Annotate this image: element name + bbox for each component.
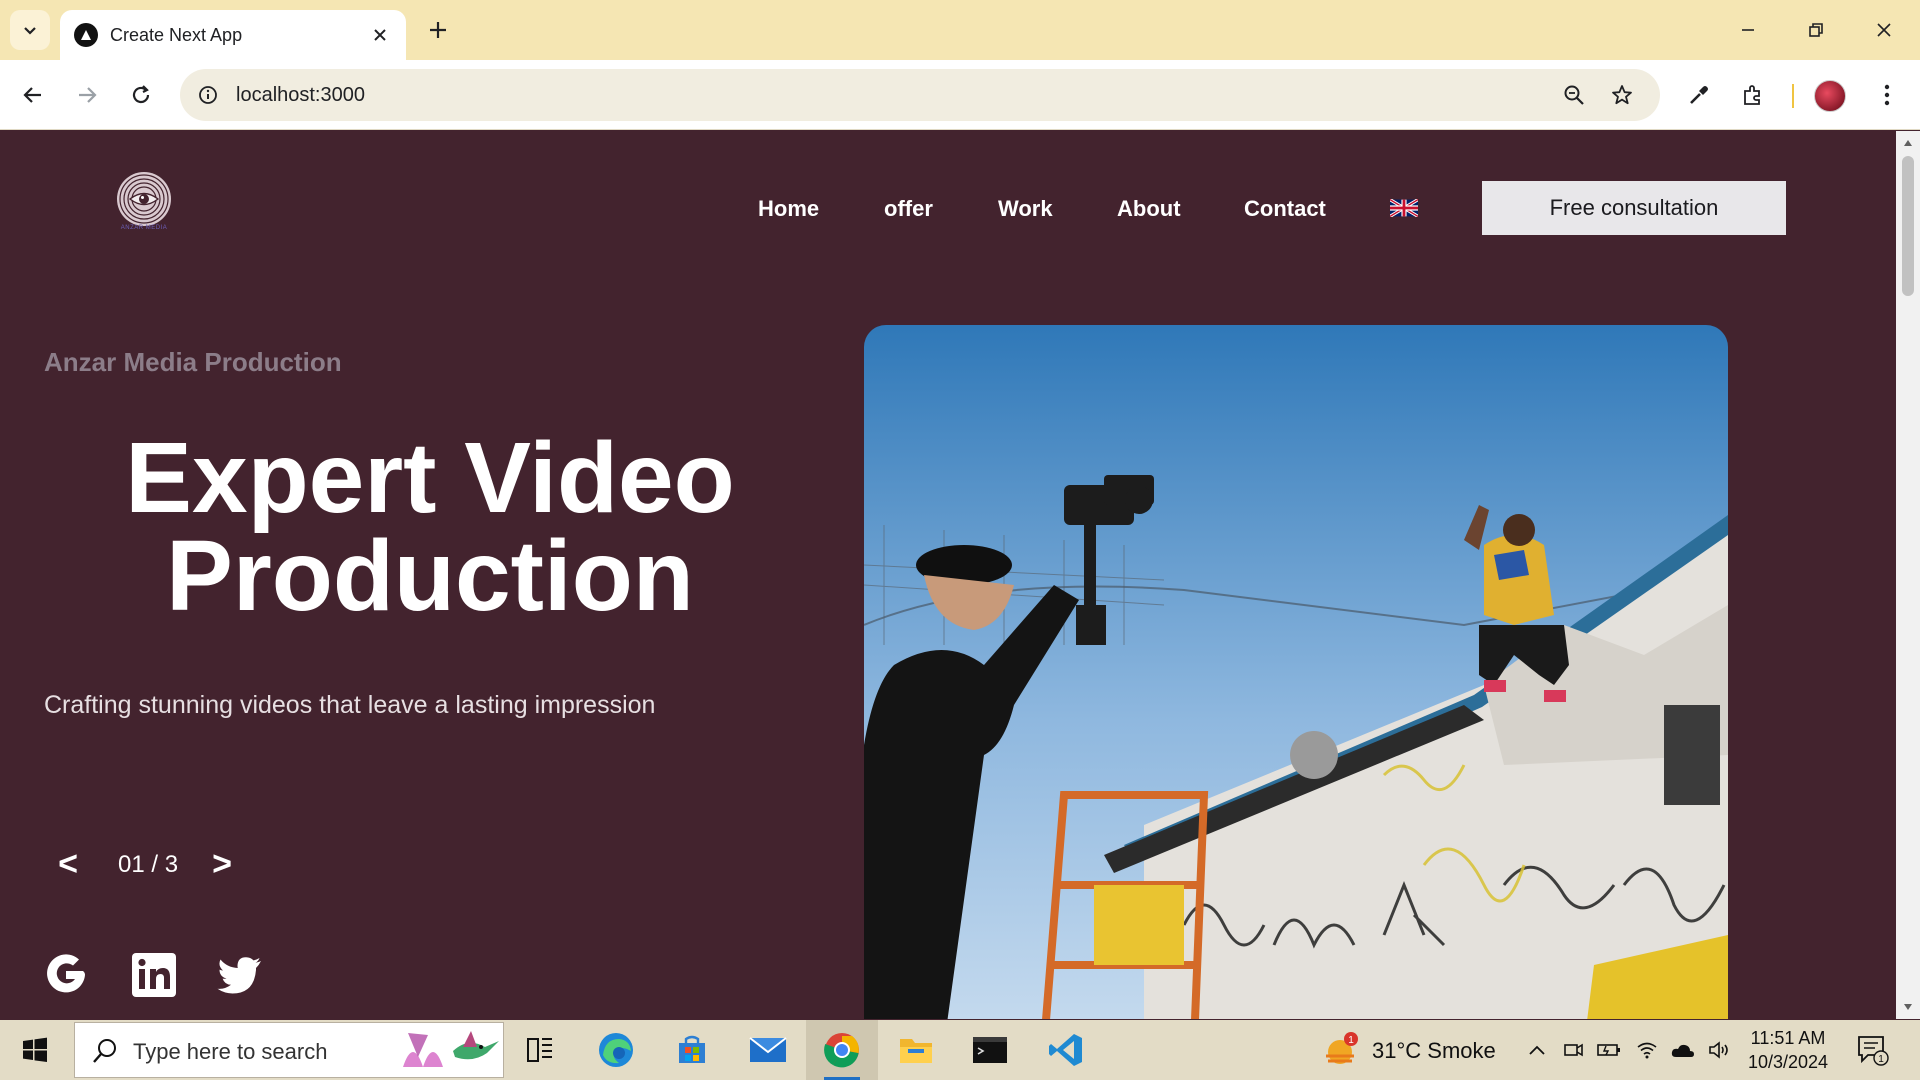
browser-menu-icon[interactable] — [1866, 74, 1908, 116]
chevron-down-icon — [24, 27, 36, 35]
weather-badge: 1 — [1348, 1035, 1354, 1046]
restore-icon — [1809, 23, 1823, 37]
page-scrollbar[interactable] — [1896, 131, 1920, 1019]
url-text[interactable]: localhost:3000 — [236, 84, 365, 107]
eye-spiral-logo-icon — [117, 172, 171, 226]
taskbar-vscode[interactable] — [1030, 1020, 1102, 1080]
browser-toolbar: localhost:3000 — [0, 60, 1920, 130]
nav-offer[interactable]: offer — [884, 196, 933, 222]
site-logo[interactable]: ANZAR MEDIA — [112, 171, 176, 235]
weather-text[interactable]: 31°C Smoke — [1372, 1038, 1496, 1064]
taskbar-terminal[interactable] — [954, 1020, 1026, 1080]
terminal-icon — [973, 1037, 1007, 1063]
mail-icon — [749, 1037, 787, 1062]
clock-date: 10/3/2024 — [1747, 1052, 1829, 1072]
vscode-icon — [1049, 1034, 1082, 1066]
slide-counter: 01 / 3 — [118, 851, 179, 878]
arrow-left-icon — [23, 87, 41, 103]
site-info-icon[interactable] — [192, 79, 224, 111]
active-tab[interactable]: Create Next App — [60, 10, 406, 60]
eyedropper-extension-icon[interactable] — [1678, 74, 1720, 116]
linkedin-icon[interactable] — [130, 951, 178, 999]
chevron-up-icon — [1529, 1045, 1545, 1055]
taskbar-edge[interactable] — [580, 1020, 652, 1080]
task-view-icon — [527, 1038, 552, 1062]
wifi-icon[interactable] — [1634, 1038, 1660, 1062]
microsoft-store-icon — [679, 1035, 705, 1063]
twitter-icon[interactable] — [216, 951, 264, 999]
free-consultation-button[interactable]: Free consultation — [1482, 181, 1786, 235]
arrow-right-icon — [79, 87, 97, 103]
nav-work[interactable]: Work — [998, 196, 1053, 222]
nav-contact[interactable]: Contact — [1244, 196, 1326, 222]
close-icon — [1877, 23, 1891, 37]
hero-subline: Crafting stunning videos that leave a la… — [44, 691, 656, 719]
reload-icon — [132, 85, 150, 104]
new-tab-button[interactable] — [420, 12, 456, 48]
google-icon[interactable] — [42, 951, 90, 999]
zoom-icon[interactable] — [1558, 79, 1590, 111]
search-placeholder: Type here to search — [133, 1039, 328, 1064]
taskbar-mail[interactable] — [732, 1020, 804, 1080]
profile-avatar[interactable] — [1814, 80, 1846, 112]
scroll-down-icon[interactable] — [1902, 1001, 1914, 1013]
volume-icon[interactable] — [1706, 1038, 1732, 1062]
close-window-button[interactable] — [1850, 0, 1918, 60]
headline-line-2: Production — [166, 520, 694, 632]
scrollbar-thumb[interactable] — [1902, 156, 1914, 296]
nav-home[interactable]: Home — [758, 196, 819, 222]
forward-button[interactable] — [66, 74, 108, 116]
web-page: ANZAR MEDIA Home offer Work About Contac… — [0, 131, 1896, 1019]
back-button[interactable] — [12, 74, 54, 116]
slider-next-button[interactable]: > — [202, 845, 242, 884]
taskbar-clock[interactable]: 11:51 AM 10/3/2024 — [1746, 1026, 1830, 1074]
hero-image — [864, 325, 1728, 1019]
close-tab-icon[interactable] — [368, 23, 392, 47]
hummingbird-flower-icon — [403, 1031, 499, 1067]
clock-time: 11:51 AM — [1750, 1028, 1826, 1048]
logo-text: ANZAR MEDIA — [120, 225, 168, 231]
taskbar-file-explorer[interactable] — [880, 1020, 952, 1080]
taskbar-chrome[interactable] — [806, 1020, 878, 1080]
battery-icon[interactable] — [1596, 1038, 1622, 1062]
tab-search-button[interactable] — [10, 10, 50, 50]
reload-button[interactable] — [120, 74, 162, 116]
tab-title: Create Next App — [110, 24, 243, 45]
hidden-icons-button[interactable] — [1524, 1038, 1550, 1062]
onedrive-cloud-icon[interactable] — [1670, 1038, 1696, 1062]
toolbar-separator — [1792, 84, 1794, 108]
plus-icon — [430, 22, 446, 38]
windows-taskbar: Type here to search 1 31°C Smoke 11:51 A… — [0, 1020, 1920, 1080]
meet-now-icon[interactable] — [1560, 1038, 1586, 1062]
nextjs-favicon-icon — [74, 23, 98, 47]
extensions-puzzle-icon[interactable] — [1732, 74, 1774, 116]
taskbar-search-box[interactable]: Type here to search — [74, 1022, 504, 1078]
minimize-icon — [1742, 29, 1754, 31]
address-bar[interactable]: localhost:3000 — [180, 69, 1660, 121]
headline-line-1: Expert Video — [125, 422, 735, 534]
company-name: Anzar Media Production — [44, 347, 342, 377]
weather-sun-icon[interactable]: 1 — [1320, 1030, 1360, 1070]
hero-headline: Expert Video Production — [60, 428, 800, 626]
scroll-up-icon[interactable] — [1902, 137, 1914, 149]
bookmark-star-icon[interactable] — [1606, 79, 1638, 111]
notification-count: 1 — [1878, 1054, 1884, 1065]
edge-browser-icon — [599, 1033, 633, 1067]
restore-button[interactable] — [1782, 0, 1850, 60]
start-button[interactable] — [0, 1020, 70, 1080]
slider-prev-button[interactable]: < — [48, 845, 88, 884]
windows-logo-icon — [23, 1037, 47, 1062]
taskbar-store[interactable] — [656, 1020, 728, 1080]
uk-flag-icon[interactable] — [1390, 199, 1418, 217]
folder-icon — [900, 1039, 932, 1063]
search-icon — [93, 1039, 116, 1063]
notification-center-icon[interactable]: 1 — [1856, 1034, 1890, 1066]
minimize-button[interactable] — [1714, 0, 1782, 60]
task-view-button[interactable] — [504, 1020, 576, 1080]
chrome-icon — [824, 1033, 859, 1068]
nav-about[interactable]: About — [1117, 196, 1181, 222]
browser-tab-bar: Create Next App — [0, 0, 1920, 60]
